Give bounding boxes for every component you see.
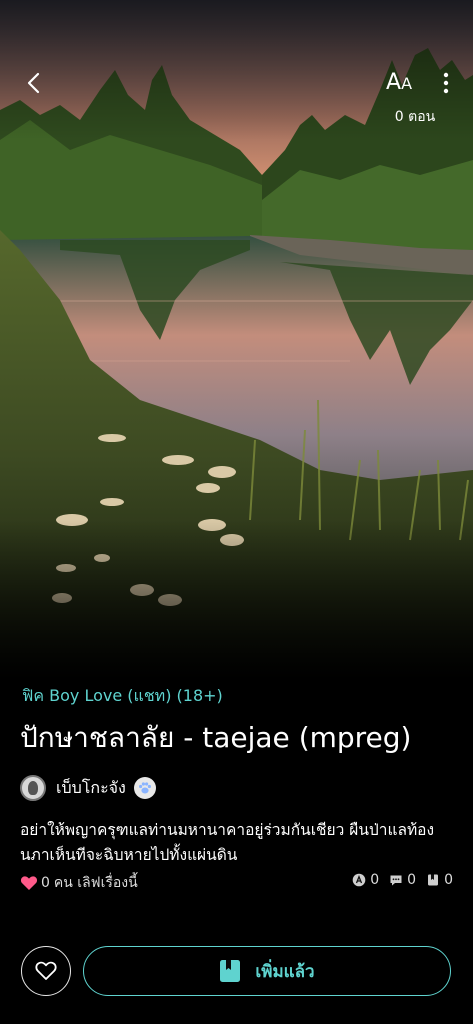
bookmark-count: 0 <box>444 872 453 888</box>
story-synopsis: อย่าให้พญาครุฑแลท่านมหานาคาอยู่ร่วมกันเช… <box>20 821 435 864</box>
chevron-left-icon <box>27 72 40 94</box>
heart-outline-icon <box>35 961 57 980</box>
author-avatar[interactable] <box>20 775 46 801</box>
comment-badge-counter: 0 <box>352 872 379 888</box>
comment-badge-count: 0 <box>370 872 380 888</box>
book-icon <box>220 960 241 982</box>
added-to-library-button[interactable]: เพิ่มแล้ว <box>83 946 451 996</box>
story-title: ปักษาชลาลัย - taejae (mpreg) <box>20 721 412 754</box>
added-label: เพิ่มแล้ว <box>255 961 315 982</box>
favorite-button[interactable] <box>21 946 71 996</box>
chat-counter: 0 <box>389 872 416 888</box>
author-name[interactable]: เบ็บโกะจัง <box>56 776 126 801</box>
episode-count: 0 ตอน <box>394 109 436 125</box>
chat-count: 0 <box>407 872 417 888</box>
author-row[interactable]: เบ็บโกะจัง <box>20 774 156 802</box>
likes-count: 0 <box>41 875 50 891</box>
likes-label: คน เลิฟเรื่องนี้ <box>53 875 138 891</box>
story-category[interactable]: ฟิค Boy Love (แชท) (18+) <box>22 684 223 709</box>
stats-row: 0 คน เลิฟเรื่องนี้ 0 0 0 <box>20 872 453 894</box>
back-button[interactable] <box>18 66 52 100</box>
more-vertical-icon <box>443 72 449 94</box>
font-size-icon: AA <box>386 70 413 95</box>
top-bar: AA 0 ตอน <box>0 0 473 140</box>
paw-icon <box>133 777 156 799</box>
heart-filled-icon <box>20 876 38 890</box>
likes-summary: 0 คน เลิฟเรื่องนี้ <box>20 872 138 894</box>
chat-icon <box>390 875 402 886</box>
more-options-button[interactable] <box>436 66 456 100</box>
comment-badge-icon <box>352 873 366 887</box>
story-counters: 0 0 0 <box>342 872 453 888</box>
bookmark-counter: 0 <box>426 872 453 888</box>
font-size-button[interactable]: AA <box>386 68 422 98</box>
bookmark-icon <box>428 874 439 886</box>
